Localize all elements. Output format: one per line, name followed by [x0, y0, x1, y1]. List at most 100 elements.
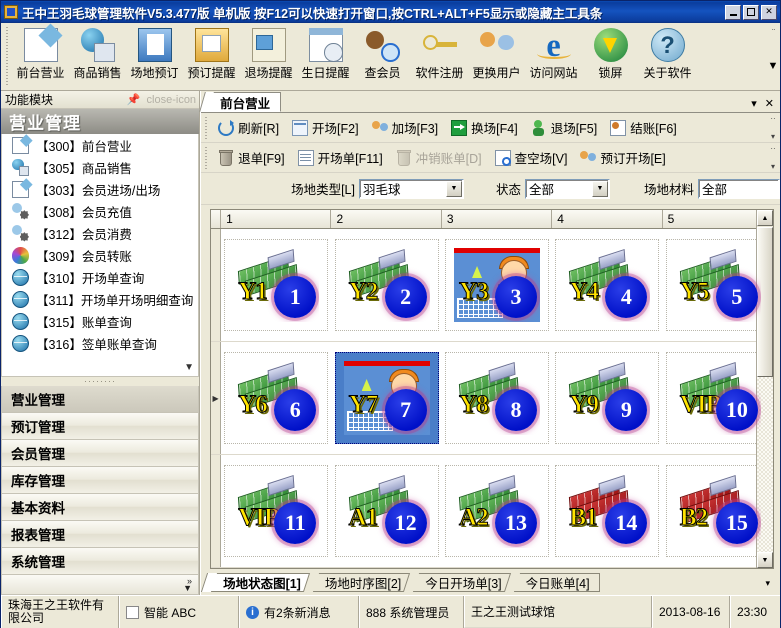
court-cell-Y1[interactable]: Y1 1 [224, 239, 329, 331]
globe-icon [12, 312, 29, 330]
grid-column-header-3[interactable]: 3 [441, 210, 553, 228]
row-selector-2[interactable]: ▶ [211, 342, 222, 454]
command-1-4[interactable]: 换场[F4] [447, 116, 527, 140]
command-1-3[interactable]: 加场[F3] [368, 116, 448, 140]
toolbar-button-4[interactable]: 预订提醒 [183, 26, 240, 81]
toolbar-button-11[interactable]: 锁屏 [582, 26, 639, 81]
bottom-tab-4[interactable]: 今日账单[4] [512, 573, 600, 592]
sidebar-item-10[interactable]: 【316】签单账单查询 [2, 332, 198, 354]
panel-splitter[interactable]: ········ [1, 377, 200, 386]
toolbar-grip[interactable] [4, 27, 10, 85]
toolbar-button-10[interactable]: e 访问网站 [525, 26, 582, 81]
minimize-button[interactable] [725, 4, 741, 20]
maximize-button[interactable] [743, 4, 759, 20]
sidebar-item-7[interactable]: 【310】开场单查询 [2, 266, 198, 288]
chevron-down-icon-2[interactable]: ▼ [591, 180, 608, 197]
scroll-up-button[interactable]: ▲ [757, 210, 773, 226]
toolbar-overflow-arrow[interactable]: ▼ [768, 60, 779, 72]
command-toolbar-grip-2[interactable] [205, 146, 211, 169]
accordion-item-2[interactable]: 预订管理 [1, 413, 200, 440]
toolbar-button-5[interactable]: 退场提醒 [240, 26, 297, 81]
command-toolbar-grip[interactable] [205, 116, 211, 139]
grid-cell: Y9 9 [552, 342, 662, 454]
toolbar-button-3[interactable]: 场地预订 [126, 26, 183, 81]
grid-cell: Y3 3 [442, 229, 552, 341]
toolbar-overflow[interactable]: ·· ▼ [766, 23, 780, 91]
tab-front-desk[interactable]: 前台营业 [207, 92, 282, 112]
command-2-1[interactable]: 退单[F9] [214, 146, 294, 170]
grid-column-header-1[interactable]: 1 [221, 210, 332, 228]
material-select[interactable]: 全部 [698, 178, 780, 199]
accordion-item-6[interactable]: 报表管理 [1, 521, 200, 548]
court-cell-Y8[interactable]: Y8 8 [445, 352, 550, 444]
court-cell-Y4[interactable]: Y4 4 [555, 239, 660, 331]
court-cell-Y3[interactable]: Y3 3 [445, 239, 550, 331]
tab-close-icon[interactable]: ✕ [765, 97, 774, 110]
status-operator: 888 系统管理员 [359, 596, 464, 628]
chevron-down-icon[interactable]: ▼ [445, 180, 462, 197]
command-2-2[interactable]: 开场单[F11] [294, 146, 392, 170]
pin-icon[interactable]: 📌 [127, 93, 141, 106]
toolbar-button-12[interactable]: ? 关于软件 [639, 26, 696, 81]
court-cell-Y5[interactable]: Y5 5 [665, 239, 770, 331]
scrollbar-track[interactable] [757, 377, 773, 552]
toolbar-button-7[interactable]: 查会员 [354, 26, 411, 81]
court-cell-A2[interactable]: A2 13 [445, 465, 550, 557]
close-icon[interactable]: close-icon [147, 94, 197, 106]
court-cell-B1[interactable]: B1 14 [555, 465, 660, 557]
sidebar-item-2[interactable]: 【305】商品销售 [2, 156, 198, 178]
court-cell-Y9[interactable]: Y9 9 [555, 352, 660, 444]
accordion-item-1[interactable]: 营业管理 [1, 386, 200, 413]
scrollbar-thumb[interactable] [757, 227, 773, 377]
toolbar-button-8[interactable]: 软件注册 [411, 26, 468, 81]
court-thumbnail: Y3 3 [454, 248, 541, 322]
toolbar-button-9[interactable]: 更换用户 [468, 26, 525, 81]
court-cell-VIP1[interactable]: VIP1 10 [665, 352, 770, 444]
sidebar-item-8[interactable]: 【311】开场单开场明细查询 [2, 288, 198, 310]
tab-list-dropdown-icon[interactable]: ▾ [751, 97, 757, 110]
toolbar-button-6[interactable]: 生日提醒 [297, 26, 354, 81]
sidebar-item-6[interactable]: 【309】会员转账 [2, 244, 198, 266]
grid-vertical-scrollbar[interactable]: ▲ ▼ [756, 210, 773, 568]
command-1-6[interactable]: 结账[F6] [606, 116, 686, 140]
row-selector-3[interactable] [211, 455, 222, 567]
status-select[interactable]: 全部 ▼ [524, 178, 610, 199]
command-2-4[interactable]: 查空场[V] [491, 146, 577, 170]
sidebar-item-3[interactable]: 【303】会员进场/出场 [2, 177, 198, 200]
command-toolbar-overflow-2[interactable]: ·· ▾ [767, 143, 779, 173]
command-toolbar-overflow[interactable]: ·· ▾ [767, 113, 779, 143]
accordion-item-4[interactable]: 库存管理 [1, 467, 200, 494]
court-cell-Y2[interactable]: Y2 2 [334, 239, 439, 331]
bottom-tab-1[interactable]: 场地状态图[1] [210, 573, 311, 592]
court-cell-Y6[interactable]: Y6 6 [224, 352, 329, 444]
sidebar-item-9[interactable]: 【315】账单查询 [2, 310, 198, 332]
grid-column-header-4[interactable]: 4 [552, 210, 663, 228]
close-button[interactable]: ✕ [761, 4, 777, 20]
nav-scroll-down-icon[interactable]: ▼ [184, 362, 194, 373]
bottom-tabs-dropdown-icon[interactable]: ▾ [765, 578, 774, 592]
court-cell-B2[interactable]: B2 15 [665, 465, 770, 557]
court-cell-VIP2[interactable]: VIP2 11 [224, 465, 329, 557]
toolbar-button-2[interactable]: 商品销售 [69, 26, 126, 81]
accordion-overflow-button[interactable]: » ▼ [1, 575, 200, 595]
status-messages[interactable]: i 有2条新消息 [239, 596, 359, 628]
row-selector-1[interactable] [211, 229, 222, 341]
court-cell-A1[interactable]: A1 12 [334, 465, 439, 557]
court-cell-Y7[interactable]: Y7 7 [334, 352, 439, 444]
scroll-down-button[interactable]: ▼ [757, 552, 773, 568]
sidebar-item-1[interactable]: 【300】前台营业 [2, 134, 198, 156]
command-2-5[interactable]: 预订开场[E] [576, 146, 674, 170]
command-1-5[interactable]: 退场[F5] [527, 116, 607, 140]
sidebar-item-4[interactable]: 【308】会员充值 [2, 200, 198, 222]
accordion-item-5[interactable]: 基本资料 [1, 494, 200, 521]
accordion-item-3[interactable]: 会员管理 [1, 440, 200, 467]
command-1-1[interactable]: 刷新[R] [214, 116, 288, 140]
accordion-item-7[interactable]: 系统管理 [1, 548, 200, 575]
command-1-2[interactable]: 开场[F2] [288, 116, 368, 140]
toolbar-button-1[interactable]: 前台营业 [12, 23, 69, 81]
grid-column-header-2[interactable]: 2 [331, 210, 442, 228]
court-type-select[interactable]: 羽毛球 ▼ [358, 178, 464, 199]
bottom-tab-2[interactable]: 场地时序图[2] [311, 573, 412, 592]
sidebar-item-5[interactable]: 【312】会员消费 [2, 222, 198, 244]
bottom-tab-3[interactable]: 今日开场单[3] [412, 573, 512, 592]
